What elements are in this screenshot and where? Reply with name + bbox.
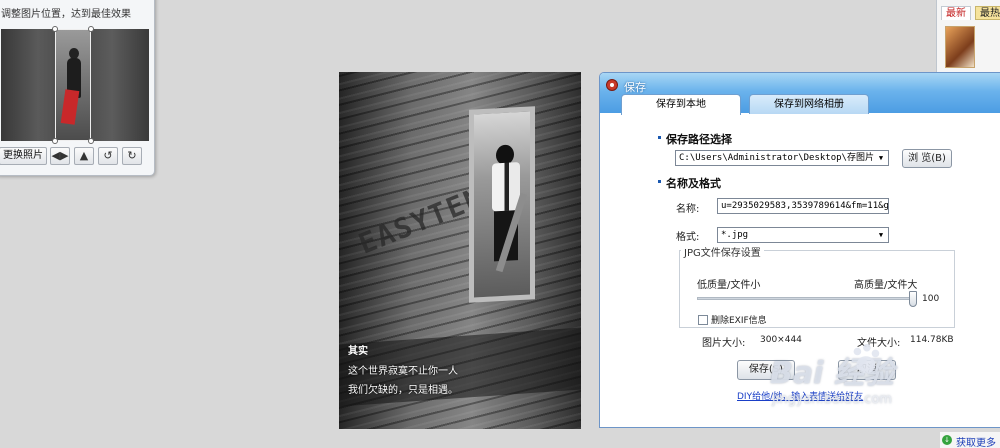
- browse-button[interactable]: 浏 览(B): [902, 149, 952, 168]
- crop-frame[interactable]: [55, 29, 91, 141]
- get-more-label: 获取更多: [956, 438, 996, 448]
- tab-save-online-album[interactable]: 保存到网络相册: [749, 94, 869, 114]
- tab-newest[interactable]: 最新: [941, 6, 971, 20]
- format-label: 格式:: [676, 232, 700, 243]
- preview-caption-line-1: 其实: [348, 346, 368, 357]
- adjust-hint: 调整图片位置，达到最佳效果: [1, 9, 131, 20]
- quality-low-label: 低质量/文件小: [697, 280, 761, 291]
- crop-handle-bottom-right[interactable]: [88, 138, 94, 144]
- download-icon: ↓: [942, 435, 952, 445]
- preview-caption-line-2: 这个世界寂寞不止你一人: [348, 366, 458, 377]
- quality-slider-track[interactable]: [697, 297, 917, 300]
- jpg-settings-title: JPG文件保存设置: [681, 244, 764, 259]
- format-select[interactable]: *.jpg ▼: [717, 227, 889, 243]
- name-format-section-title: 名称及格式: [658, 177, 721, 190]
- change-photo-button[interactable]: 更换照片: [0, 147, 47, 165]
- crop-handle-bottom-left[interactable]: [52, 138, 58, 144]
- quality-slider-thumb[interactable]: [909, 291, 917, 307]
- flip-horizontal-icon[interactable]: ◀▶: [50, 147, 70, 165]
- dialog-titlebar[interactable]: 保存 保存到本地 保存到网络相册: [600, 73, 1000, 115]
- image-size-label: 图片大小:: [702, 338, 746, 349]
- photo-adjust-panel: 调整图片位置，达到最佳效果 更换照片 ◀▶ ▲ ↺ ↻: [0, 0, 155, 176]
- crop-handle-top-right[interactable]: [88, 26, 94, 32]
- path-section-title: 保存路径选择: [658, 133, 732, 146]
- save-dialog: 保存 保存到本地 保存到网络相册 保存路径选择 C:\Users\Adminis…: [599, 72, 1000, 428]
- cancel-button[interactable]: 取消: [838, 360, 896, 380]
- save-path-select[interactable]: C:\Users\Administrator\Desktop\存图片 ▼: [675, 150, 889, 166]
- file-size-label: 文件大小:: [857, 338, 901, 349]
- dialog-title: 保存: [624, 81, 646, 94]
- name-label: 名称:: [676, 204, 700, 215]
- get-more-link[interactable]: ↓ 获取更多: [940, 432, 1000, 448]
- crop-area[interactable]: [1, 26, 149, 144]
- save-button[interactable]: 保存(S): [737, 360, 795, 380]
- preview-caption-line-3: 我们欠缺的，只是相遇。: [348, 385, 458, 396]
- chevron-down-icon[interactable]: ▼: [874, 228, 888, 242]
- tab-save-local[interactable]: 保存到本地: [621, 94, 741, 115]
- file-name-input[interactable]: u=2935029583,3539789614&fm=11&gp=0_: [717, 198, 889, 214]
- remove-exif-checkbox[interactable]: [698, 315, 708, 325]
- quality-high-label: 高质量/文件大: [854, 280, 918, 291]
- chevron-down-icon[interactable]: ▼: [874, 151, 888, 165]
- photo-toolbar: 更换照片 ◀▶ ▲ ↺ ↻: [0, 147, 155, 165]
- flip-vertical-icon[interactable]: ▲: [74, 147, 94, 165]
- preview-window-frame: [469, 106, 535, 303]
- remove-exif-label: 删除EXIF信息: [711, 316, 767, 326]
- app-logo-icon: [606, 79, 618, 91]
- crop-handle-top-left[interactable]: [52, 26, 58, 32]
- rotate-left-icon[interactable]: ↺: [98, 147, 118, 165]
- template-panel: 最新 最热: [936, 0, 1000, 72]
- file-size-value: 114.78KB: [910, 335, 954, 345]
- tab-hottest[interactable]: 最热: [975, 6, 1000, 20]
- save-path-value: C:\Users\Administrator\Desktop\存图片: [679, 153, 874, 163]
- format-value: *.jpg: [721, 230, 749, 240]
- template-thumbnail[interactable]: [945, 26, 975, 68]
- image-size-value: 300×444: [760, 335, 802, 345]
- image-preview: EASYTEN 其实 这个世界寂寞不止你一人 我们欠缺的，只是相遇。: [339, 72, 581, 429]
- diy-share-link[interactable]: DIY给他/她，输入表情送给好友: [737, 389, 863, 402]
- crop-figure-red: [60, 89, 80, 125]
- rotate-right-icon[interactable]: ↻: [122, 147, 142, 165]
- quality-value: 100: [922, 294, 940, 304]
